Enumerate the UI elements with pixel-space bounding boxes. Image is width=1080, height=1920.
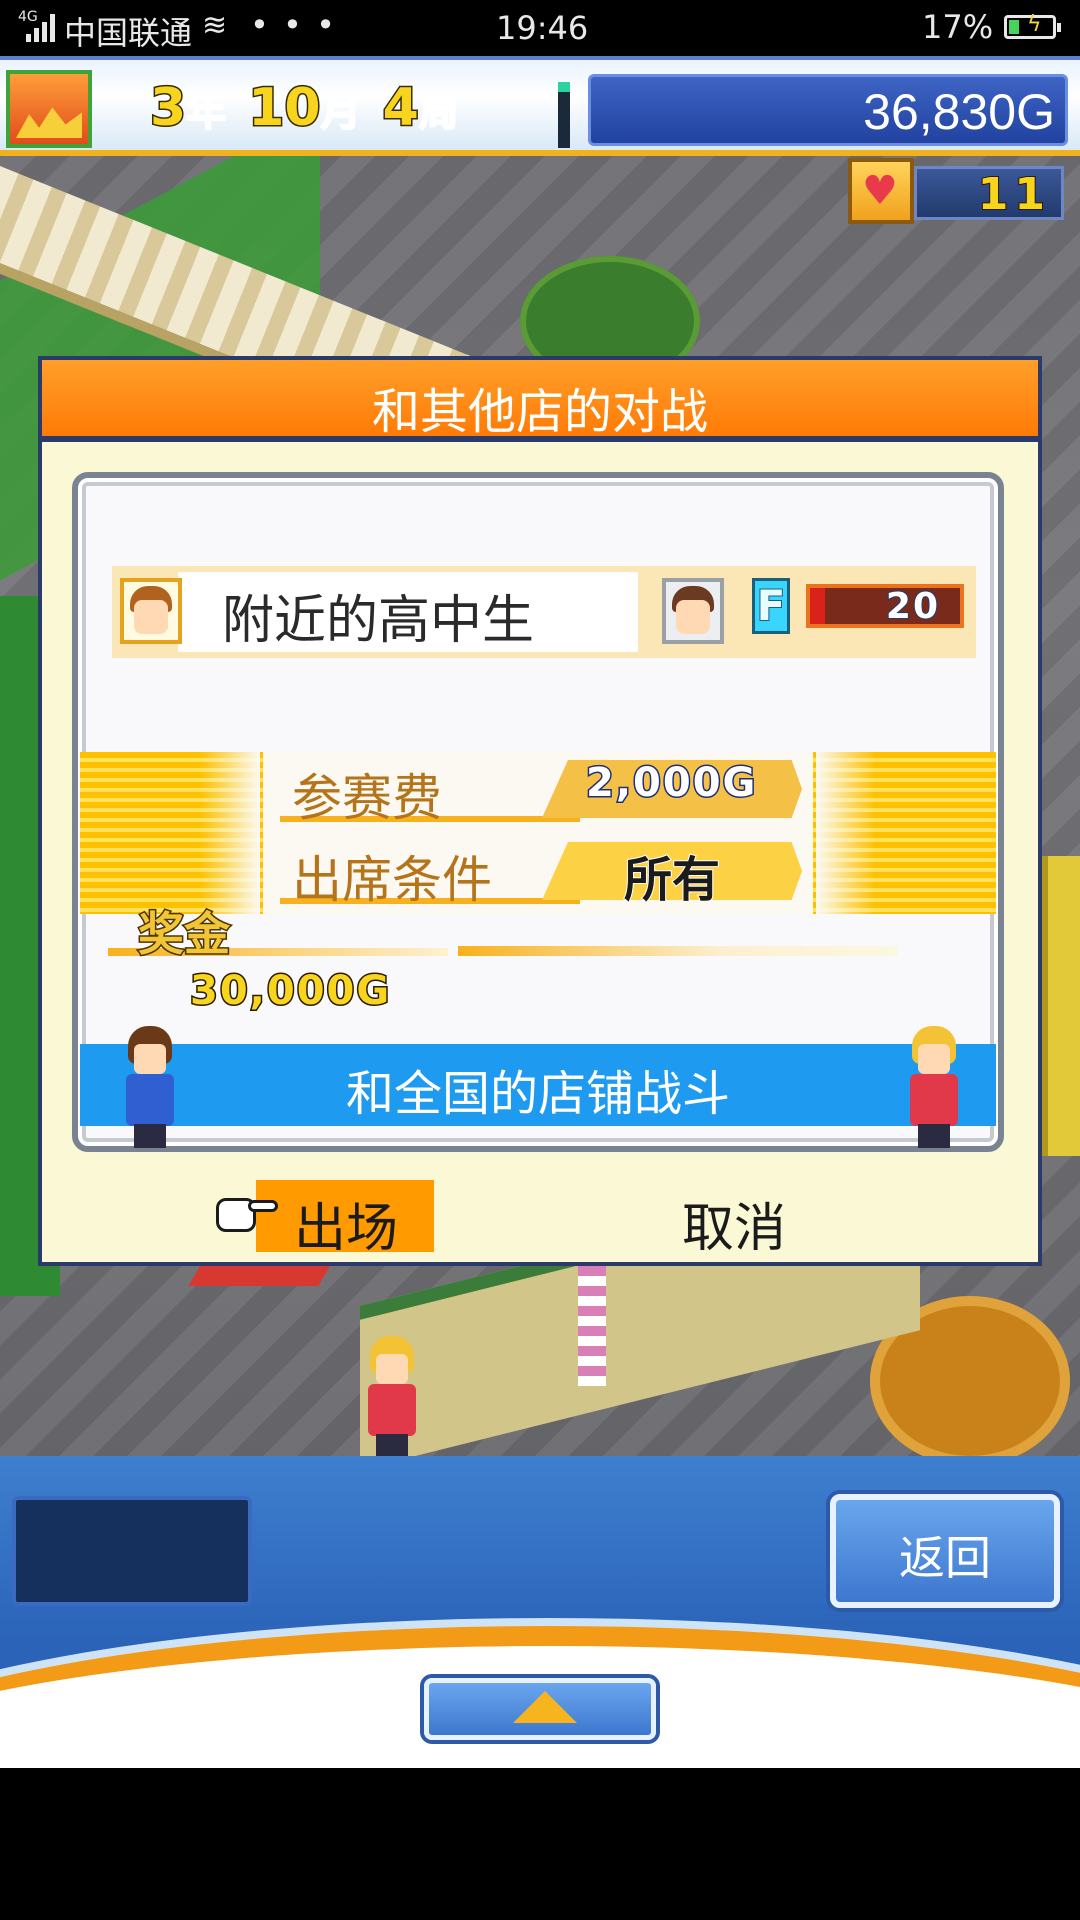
prize-value: 30,000G [188,967,392,1016]
level-bar: 20 [806,584,964,628]
heart-icon: ♥ [862,168,898,214]
battle-banner-text: 和全国的店铺战斗 [345,1066,730,1122]
back-label: 返回 [899,1531,991,1585]
hearts-bar: 11 [914,166,1064,221]
battery-charging-icon: ϟ [1004,12,1061,39]
player-avatar [662,578,724,644]
arrow-up-icon [513,1691,577,1723]
clock: 19:46 [496,9,589,47]
month-number: 10 [247,77,322,140]
bottom-panel: 返回 [0,1456,1080,1768]
year-number: 3 [148,77,187,140]
hearts-value: 11 [977,168,1051,221]
signal-icon [26,12,60,42]
carrier-name: 中国联通 [64,14,193,52]
status-bar: 4G 中国联通 ≋ • • • 19:46 17% ϟ [0,0,1080,56]
opponent-row: 附近的高中生 F 20 [112,566,976,658]
info-slot [12,1496,252,1606]
barber-pole [578,1266,606,1386]
week-unit: 周 [418,88,460,136]
opponent-name: 附近的高中生 [222,591,535,651]
dialog-titlebar: 和其他店的对战 [42,360,1038,442]
enter-battle-label: 出场 [294,1199,399,1259]
heart-icon-box: ♥ [848,158,914,224]
enter-battle-button[interactable]: 出场 [256,1180,434,1259]
money-display: 36,830G [588,74,1068,146]
condition-value: 所有 [623,851,721,909]
fee-label: 参赛费 [292,769,442,827]
rank-badge: F [752,578,790,634]
dialog-title: 和其他店的对战 [371,384,708,440]
battery-percent: 17% [922,8,994,46]
battle-dialog: 和其他店的对战 附近的高中生 F 20 参赛费 2,000G 出席条件 所有 奖… [38,356,1042,1266]
fee-value: 2,000G [584,759,758,808]
yellow-building [1040,856,1080,1156]
hearts-counter: ♥ 11 [848,158,1066,226]
hud-divider [558,82,570,148]
month-unit: 月 [320,88,362,136]
opponent-character-sprite [902,1026,966,1150]
back-button[interactable]: 返回 [830,1494,1060,1608]
customer-sprite[interactable] [360,1336,430,1456]
more-notifications-icon: • • • [250,6,337,44]
expand-menu-button[interactable] [424,1678,656,1740]
fee-row: 参赛费 2,000G [280,756,802,827]
top-hud: 3年 10月 4周 36,830G [0,56,1080,156]
battle-info-panel: 附近的高中生 F 20 参赛费 2,000G 出席条件 所有 奖金 30,000… [72,472,1004,1152]
game-date: 3年 10月 4周 [148,77,481,140]
wifi-icon: ≋ [202,8,228,43]
cancel-button[interactable]: 取消 [682,1186,786,1261]
prize-label: 奖金 [137,906,232,963]
pointing-hand-icon [206,1190,278,1238]
battle-banner: 和全国的店铺战斗 [80,1044,996,1126]
condition-row: 出席条件 所有 [280,838,802,909]
entry-info-band: 参赛费 2,000G 出席条件 所有 [80,752,996,914]
condition-label: 出席条件 [292,851,492,909]
week-number: 4 [381,77,420,140]
money-value: 36,830G [863,84,1055,140]
dialog-buttons: 出场 取消 [42,1170,1038,1260]
opponent-avatar [120,578,182,644]
level-value: 20 [885,585,940,628]
year-unit: 年 [185,88,227,136]
season-autumn-icon [6,70,92,148]
player-character-sprite [118,1026,182,1150]
